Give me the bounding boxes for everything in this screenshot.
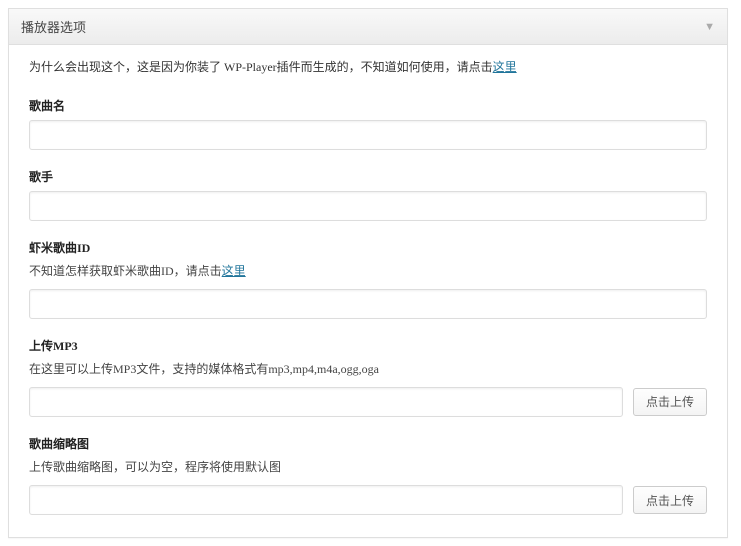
song-name-label: 歌曲名 [29, 97, 707, 114]
xiami-id-input[interactable] [29, 289, 707, 319]
metabox-body: 为什么会出现这个，这是因为你装了 WP-Player插件而生成的，不知道如何使用… [9, 45, 727, 537]
xiami-help-link[interactable]: 这里 [222, 264, 246, 278]
intro-text: 为什么会出现这个，这是因为你装了 WP-Player插件而生成的，不知道如何使用… [29, 57, 707, 79]
thumbnail-label: 歌曲缩略图 [29, 435, 707, 452]
intro-help-link[interactable]: 这里 [493, 60, 517, 74]
upload-mp3-input[interactable] [29, 387, 623, 417]
upload-mp3-button[interactable]: 点击上传 [633, 388, 707, 416]
field-xiami-id: 虾米歌曲ID 不知道怎样获取虾米歌曲ID，请点击这里 [29, 239, 707, 319]
xiami-id-label: 虾米歌曲ID [29, 239, 707, 256]
field-thumbnail: 歌曲缩略图 上传歌曲缩略图，可以为空，程序将使用默认图 点击上传 [29, 435, 707, 515]
player-options-metabox: 播放器选项 ▼ 为什么会出现这个，这是因为你装了 WP-Player插件而生成的… [8, 8, 728, 538]
metabox-header[interactable]: 播放器选项 ▼ [9, 9, 727, 45]
artist-input[interactable] [29, 191, 707, 221]
upload-mp3-label: 上传MP3 [29, 337, 707, 354]
upload-thumbnail-button[interactable]: 点击上传 [633, 486, 707, 514]
xiami-id-hint: 不知道怎样获取虾米歌曲ID，请点击这里 [29, 262, 707, 281]
thumbnail-input[interactable] [29, 485, 623, 515]
field-song-name: 歌曲名 [29, 97, 707, 150]
field-artist: 歌手 [29, 168, 707, 221]
xiami-hint-before-link: 不知道怎样获取虾米歌曲ID，请点击 [29, 264, 222, 278]
artist-label: 歌手 [29, 168, 707, 185]
field-upload-mp3: 上传MP3 在这里可以上传MP3文件，支持的媒体格式有mp3,mp4,m4a,o… [29, 337, 707, 417]
song-name-input[interactable] [29, 120, 707, 150]
intro-before-link: 为什么会出现这个，这是因为你装了 WP-Player插件而生成的，不知道如何使用… [29, 60, 493, 74]
thumbnail-hint: 上传歌曲缩略图，可以为空，程序将使用默认图 [29, 458, 707, 477]
metabox-title: 播放器选项 [21, 17, 86, 36]
collapse-toggle-icon[interactable]: ▼ [704, 21, 715, 33]
upload-mp3-hint: 在这里可以上传MP3文件，支持的媒体格式有mp3,mp4,m4a,ogg,oga [29, 360, 707, 379]
